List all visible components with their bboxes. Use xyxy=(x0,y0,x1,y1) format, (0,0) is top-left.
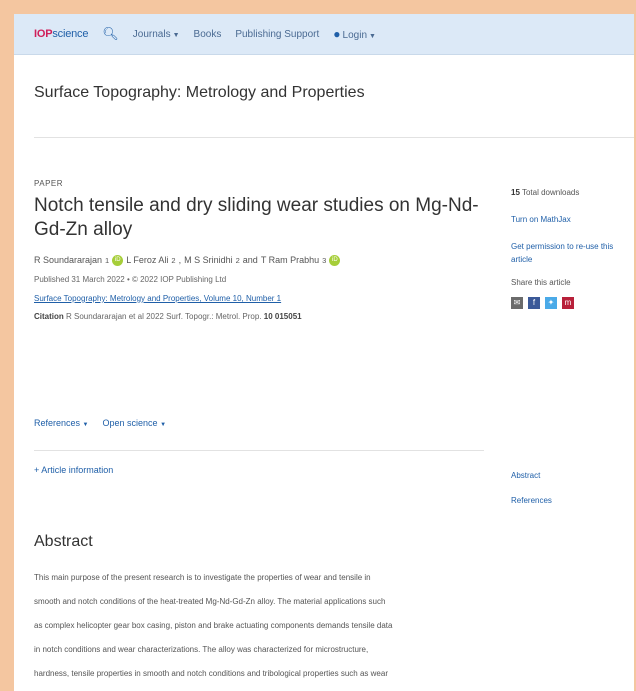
orcid-icon[interactable]: iD xyxy=(112,254,124,266)
abstract-line: This main purpose of the present researc… xyxy=(34,573,371,582)
author-link[interactable]: L Feroz Ali xyxy=(126,255,168,265)
article-sidebar: 15 Total downloads Turn on MathJax Get p… xyxy=(511,188,634,309)
caret-down-icon: ▼ xyxy=(82,422,89,428)
total-downloads: 15 Total downloads xyxy=(511,188,580,197)
author-list: R Soundararajan 1 iD L Feroz Ali 2, M S Sr… xyxy=(34,254,494,266)
publication-date: Published 31 March 2022 • © 2022 IOP Pub… xyxy=(34,274,227,284)
login-menu[interactable]: ● Login ▼ xyxy=(333,27,376,41)
iopscience-logo[interactable]: IOPscience xyxy=(34,28,88,40)
author-link[interactable]: T Ram Prabhu xyxy=(261,255,319,265)
nav-abstract-link[interactable]: Abstract xyxy=(511,471,552,480)
abstract-line: in notch conditions and wear characteriz… xyxy=(34,645,369,654)
nav-journals[interactable]: Journals ▼ xyxy=(133,29,180,40)
top-navbar: IOPscience 🔍︎ Journals ▼ Books Publishing… xyxy=(14,14,634,55)
caret-down-icon: ▼ xyxy=(369,33,376,40)
search-icon[interactable]: 🔍︎ xyxy=(102,26,119,42)
sidebar-section-nav: Abstract References xyxy=(511,471,552,521)
divider xyxy=(34,137,634,138)
article-dropdowns: References ▼ Open science ▼ xyxy=(34,418,166,428)
share-buttons: ✉ f ✦ m xyxy=(511,297,634,309)
article-title: Notch tensile and dry sliding wear studi… xyxy=(34,195,479,240)
mathjax-toggle[interactable]: Turn on MathJax xyxy=(511,215,634,224)
abstract-line: smooth and notch conditions of the heat-… xyxy=(34,597,386,606)
article-information-toggle[interactable]: + Article information xyxy=(34,465,113,475)
nav-books[interactable]: Books xyxy=(194,29,222,40)
author-link[interactable]: M S Srinidhi xyxy=(184,255,233,265)
permission-link[interactable]: Get permission to re-use this article xyxy=(511,240,634,266)
share-label: Share this article xyxy=(511,278,571,287)
abstract-heading: Abstract xyxy=(34,533,93,550)
author-link[interactable]: R Soundararajan xyxy=(34,255,102,265)
article-header: PAPER Notch tensile and dry sliding wear… xyxy=(34,179,494,321)
divider xyxy=(34,450,484,451)
facebook-icon[interactable]: f xyxy=(528,297,540,309)
mendeley-icon[interactable]: m xyxy=(562,297,574,309)
nav-references-link[interactable]: References xyxy=(511,496,552,505)
abstract-text: This main purpose of the present researc… xyxy=(34,566,484,686)
article-type-label: PAPER xyxy=(34,179,64,188)
caret-down-icon: ▼ xyxy=(172,31,180,39)
open-science-dropdown[interactable]: Open science ▼ xyxy=(103,418,167,428)
references-dropdown[interactable]: References ▼ xyxy=(34,418,89,428)
caret-down-icon: ▼ xyxy=(160,422,167,428)
nav-publishing-support[interactable]: Publishing Support xyxy=(235,29,319,40)
email-icon[interactable]: ✉ xyxy=(511,297,523,309)
abstract-line: hardness, tensile properties in smooth a… xyxy=(34,669,388,678)
volume-link[interactable]: Surface Topography: Metrology and Proper… xyxy=(34,294,494,303)
abstract-line: as complex helicopter gear box casing, p… xyxy=(34,621,393,630)
journal-title[interactable]: Surface Topography: Metrology and Proper… xyxy=(34,84,365,102)
orcid-icon[interactable]: iD xyxy=(329,254,341,266)
twitter-icon[interactable]: ✦ xyxy=(545,297,557,309)
citation: Citation R Soundararajan et al 2022 Surf… xyxy=(34,311,302,321)
page-frame: IOPscience 🔍︎ Journals ▼ Books Publishing… xyxy=(14,14,634,691)
plus-icon: + xyxy=(34,465,40,475)
user-icon: ● xyxy=(333,27,341,41)
